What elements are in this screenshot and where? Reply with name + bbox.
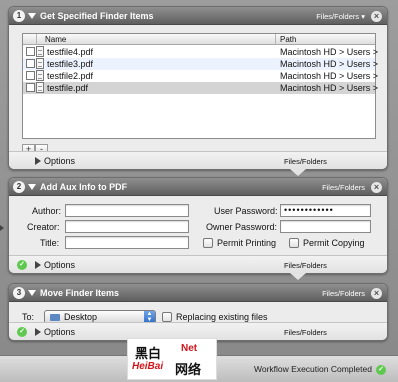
- user-password-label: User Password:: [214, 206, 278, 216]
- title-field[interactable]: [65, 236, 189, 249]
- creator-label: Creator:: [27, 222, 60, 232]
- collapse-triangle-icon[interactable]: [28, 13, 36, 19]
- output-connector: [290, 169, 306, 176]
- permit-printing-label[interactable]: Permit Printing: [217, 238, 276, 248]
- success-check-icon: ✓: [17, 260, 27, 270]
- action-title: Get Specified Finder Items: [40, 11, 154, 21]
- pdf-file-icon: [36, 58, 44, 69]
- list-item[interactable]: testfile4.pdf Macintosh HD > Users >: [23, 46, 379, 58]
- action-number: 3: [13, 287, 25, 299]
- list-item[interactable]: testfile2.pdf Macintosh HD > Users >: [23, 70, 379, 82]
- file-name: testfile3.pdf: [47, 59, 94, 69]
- list-item[interactable]: testfile3.pdf Macintosh HD > Users >: [23, 58, 379, 70]
- input-type-label: Files/Folders: [316, 12, 360, 21]
- watermark-text-1: 黑白: [135, 347, 162, 362]
- status-text: Workflow Execution Completed: [254, 364, 372, 374]
- file-name: testfile.pdf: [47, 83, 89, 93]
- include-checkbox[interactable]: [26, 71, 35, 80]
- owner-password-label: Owner Password:: [206, 222, 278, 232]
- destination-value: Desktop: [64, 312, 98, 322]
- permit-copying-label[interactable]: Permit Copying: [303, 238, 365, 248]
- watermark-text-3: HeiBai: [132, 361, 164, 372]
- file-path: Macintosh HD > Users >: [280, 83, 379, 93]
- close-icon[interactable]: ×: [371, 11, 382, 22]
- output-type-label: Files/Folders: [284, 157, 327, 166]
- workflow-area: 1 Get Specified Finder Items Files/Folde…: [0, 0, 398, 355]
- file-path: Macintosh HD > Users >: [280, 71, 379, 81]
- disclosure-triangle-icon[interactable]: [35, 261, 41, 269]
- list-header: Name Path: [23, 34, 375, 45]
- action-input-type: Files/Folders: [322, 289, 365, 298]
- action-header[interactable]: 1 Get Specified Finder Items Files/Folde…: [9, 7, 387, 25]
- action-get-specified-finder-items[interactable]: 1 Get Specified Finder Items Files/Folde…: [8, 6, 388, 170]
- action-header[interactable]: 3 Move Finder Items Files/Folders ×: [9, 284, 387, 302]
- collapse-triangle-icon[interactable]: [28, 290, 36, 296]
- action-number: 1: [13, 10, 25, 22]
- permit-copying-checkbox[interactable]: [289, 238, 299, 248]
- replacing-checkbox[interactable]: [162, 312, 172, 322]
- splitter-handle[interactable]: [0, 225, 4, 231]
- action-footer: ✓ Options Files/Folders: [9, 255, 387, 273]
- action-title: Move Finder Items: [40, 288, 120, 298]
- to-label: To:: [22, 312, 35, 322]
- disclosure-triangle-icon[interactable]: [35, 157, 41, 165]
- author-field[interactable]: [65, 204, 189, 217]
- success-check-icon: ✓: [376, 365, 386, 375]
- file-list[interactable]: Name Path testfile4.pdf Macintosh HD > U…: [22, 33, 379, 139]
- close-icon[interactable]: ×: [371, 288, 382, 299]
- success-check-icon: ✓: [17, 327, 27, 337]
- action-header[interactable]: 2 Add Aux Info to PDF Files/Folders ×: [9, 178, 387, 196]
- watermark-text-2: Net: [181, 343, 198, 354]
- close-icon[interactable]: ×: [371, 182, 382, 193]
- action-move-finder-items[interactable]: 3 Move Finder Items Files/Folders × To: …: [8, 283, 388, 341]
- author-label: Author:: [32, 206, 62, 216]
- file-name: testfile2.pdf: [47, 71, 94, 81]
- watermark-logo: 黑白 Net HeiBai 网络: [127, 338, 217, 380]
- pdf-file-icon: [36, 70, 44, 81]
- replacing-label[interactable]: Replacing existing files: [176, 312, 268, 322]
- action-input-type[interactable]: Files/Folders ▾: [316, 12, 365, 21]
- action-title: Add Aux Info to PDF: [40, 182, 128, 192]
- output-connector: [290, 273, 306, 280]
- pdf-file-icon: [36, 82, 44, 93]
- user-password-field[interactable]: ••••••••••••: [280, 204, 371, 217]
- watermark-text-4: 网络: [175, 363, 202, 378]
- options-toggle[interactable]: Options: [44, 327, 75, 337]
- file-name: testfile4.pdf: [47, 47, 94, 57]
- column-header-path[interactable]: Path: [280, 35, 296, 44]
- owner-password-field[interactable]: [280, 220, 371, 233]
- include-checkbox[interactable]: [26, 47, 35, 56]
- title-label: Title:: [40, 238, 60, 248]
- collapse-triangle-icon[interactable]: [28, 184, 36, 190]
- list-item-selected[interactable]: testfile.pdf Macintosh HD > Users >: [23, 82, 379, 94]
- action-add-aux-info-to-pdf[interactable]: 2 Add Aux Info to PDF Files/Folders × Au…: [8, 177, 388, 274]
- options-toggle[interactable]: Options: [44, 156, 75, 166]
- options-toggle[interactable]: Options: [44, 260, 75, 270]
- action-number: 2: [13, 181, 25, 193]
- output-type-label: Files/Folders: [284, 328, 327, 337]
- action-input-type: Files/Folders: [322, 183, 365, 192]
- file-path: Macintosh HD > Users >: [280, 59, 379, 69]
- file-path: Macintosh HD > Users >: [280, 47, 379, 57]
- permit-printing-checkbox[interactable]: [203, 238, 213, 248]
- folder-icon: [50, 314, 60, 321]
- column-header-name[interactable]: Name: [45, 35, 66, 44]
- include-checkbox[interactable]: [26, 83, 35, 92]
- output-type-label: Files/Folders: [284, 261, 327, 270]
- include-checkbox[interactable]: [26, 59, 35, 68]
- action-footer: Options Files/Folders: [9, 151, 387, 169]
- creator-field[interactable]: [65, 220, 189, 233]
- pdf-file-icon: [36, 46, 44, 57]
- disclosure-triangle-icon[interactable]: [35, 328, 41, 336]
